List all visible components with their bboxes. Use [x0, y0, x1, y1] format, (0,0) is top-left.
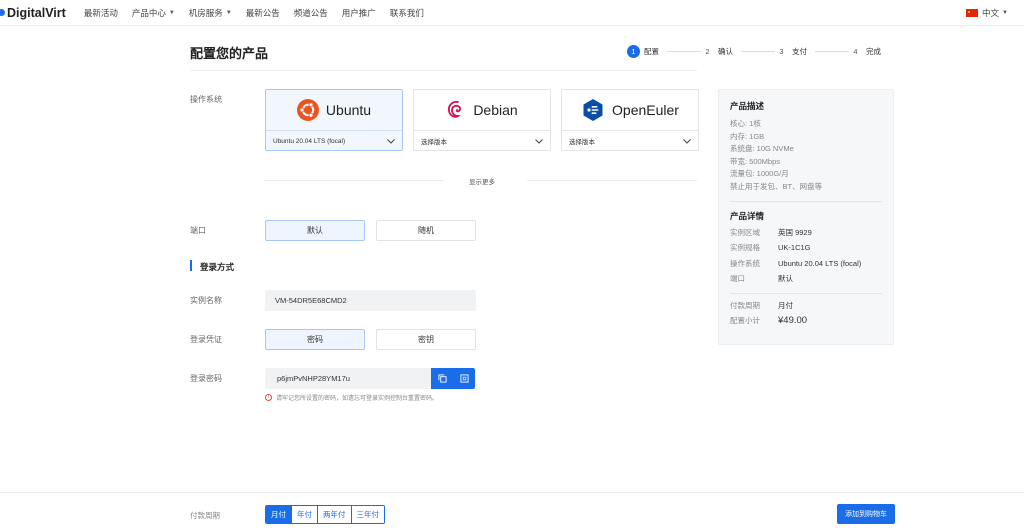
- nav-item-news[interactable]: 最新公告: [246, 7, 280, 19]
- brand-dot-icon: [0, 9, 5, 16]
- page-title: 配置您的产品: [190, 46, 269, 61]
- os-card-ubuntu[interactable]: Ubuntu Ubuntu 20.04 LTS (focal): [265, 89, 403, 151]
- top-nav: DigitalVirt 最新活动 产品中心 ▼ 机房服务 ▼ 最新公告 频道公告 用…: [0, 0, 1024, 26]
- password-label: 登录密码: [190, 374, 222, 383]
- summary-divider: [730, 292, 882, 294]
- os-version-select[interactable]: 选择版本: [414, 130, 550, 151]
- progress-steps: 1 配置 2 确认 3 支付 4 完成: [627, 45, 881, 58]
- subtotal-price: ¥49.00: [778, 315, 808, 327]
- step-connector: [667, 51, 701, 52]
- detail-row: 端口 默认: [730, 274, 793, 284]
- password-hint: ! 请牢记您所设置的密码，如遗忘可登录实例控制台重置密码。: [265, 393, 438, 402]
- os-card-debian[interactable]: Debian 选择版本: [413, 89, 551, 151]
- billing-cycle-selector: 月付 年付 两年付 三年付: [265, 505, 385, 524]
- nav-item-datacenter[interactable]: 机房服务 ▼: [189, 7, 232, 19]
- step-label: 支付: [792, 47, 807, 56]
- cycle-monthly-button[interactable]: 月付: [266, 506, 291, 523]
- os-name: Ubuntu: [325, 102, 372, 118]
- regenerate-password-button[interactable]: [453, 368, 475, 389]
- chevron-down-icon: [387, 138, 395, 144]
- chevron-down-icon: [535, 138, 543, 144]
- divider-line: [264, 180, 444, 181]
- nav-item-latest-activity[interactable]: 最新活动: [84, 7, 118, 19]
- china-flag-icon: [966, 9, 979, 17]
- instance-name-label: 实例名称: [190, 296, 222, 305]
- spec-line: 禁止用于发包、BT、网盘等: [730, 181, 823, 191]
- caret-down-icon: ▼: [168, 9, 175, 16]
- nav-item-contact[interactable]: 联系我们: [390, 7, 424, 19]
- credential-label: 登录凭证: [190, 335, 222, 344]
- product-detail-title: 产品详情: [730, 210, 765, 221]
- step-number: 2: [705, 47, 710, 56]
- show-more-link[interactable]: 显示更多: [469, 176, 495, 186]
- os-name: Debian: [473, 102, 518, 118]
- port-default-button[interactable]: 默认: [265, 220, 365, 241]
- ubuntu-logo-icon: [296, 99, 319, 121]
- detail-row: 操作系统 Ubuntu 20.04 LTS (focal): [730, 258, 862, 268]
- subtotal-row: 配置小计 ¥49.00: [730, 313, 882, 329]
- cycle-three-year-button[interactable]: 三年付: [350, 506, 384, 523]
- caret-down-icon: ▼: [225, 9, 232, 16]
- step-label: 配置: [644, 47, 659, 56]
- step-label: 完成: [866, 47, 881, 56]
- copy-password-button[interactable]: [431, 368, 453, 389]
- header-divider: [190, 70, 697, 71]
- chevron-down-icon: [683, 138, 691, 144]
- step-confirm: 2 确认: [701, 45, 775, 58]
- product-description-title: 产品描述: [730, 101, 765, 111]
- port-random-button[interactable]: 随机: [376, 220, 476, 241]
- section-accent-bar: [190, 260, 192, 271]
- instance-name-field: VM-54DR5E68CMD2: [265, 290, 476, 311]
- caret-down-icon: ▼: [1002, 10, 1008, 16]
- cycle-yearly-button[interactable]: 年付: [291, 506, 317, 523]
- spec-line: 内存: 1GB: [730, 131, 765, 141]
- nav-menu: 最新活动 产品中心 ▼ 机房服务 ▼ 最新公告 频道公告 用户推广 联系我们: [84, 7, 424, 19]
- step-connector: [741, 51, 775, 52]
- password-input[interactable]: p6jmPvNHP28YM17u: [265, 368, 431, 389]
- os-version-select[interactable]: Ubuntu 20.04 LTS (focal): [266, 130, 402, 151]
- os-name: OpenEuler: [612, 102, 679, 118]
- refresh-icon: [459, 374, 469, 383]
- nav-item-referral[interactable]: 用户推广: [342, 7, 376, 19]
- step-number: 4: [853, 47, 858, 56]
- spec-line: 系统盘: 10G NVMe: [730, 144, 794, 154]
- brand-logo[interactable]: DigitalVirt: [0, 6, 66, 20]
- billing-cycle-row: 付款周期 月付: [730, 300, 793, 310]
- os-version-select[interactable]: 选择版本: [562, 130, 698, 151]
- step-pay: 3 支付: [775, 45, 849, 58]
- os-card-openeuler[interactable]: OpenEuler 选择版本: [561, 89, 699, 151]
- credential-key-button[interactable]: 密钥: [376, 329, 476, 350]
- billing-cycle-label: 付款周期: [190, 511, 220, 520]
- nav-item-products[interactable]: 产品中心 ▼: [132, 7, 175, 19]
- nav-item-channel[interactable]: 频道公告: [294, 7, 328, 19]
- debian-logo-icon: [448, 100, 462, 118]
- spec-line: 带宽: 500Mbps: [730, 156, 781, 166]
- port-label: 端口: [190, 226, 206, 235]
- step-complete: 4 完成: [849, 45, 881, 58]
- spec-line: 流量包: 1000G/月: [730, 169, 789, 179]
- detail-row: 实例区域 英国 9929: [730, 227, 812, 237]
- order-summary-panel: 产品描述 核心: 1核 内存: 1GB 系统盘: 10G NVMe 带宽: 50…: [718, 89, 894, 345]
- spec-line: 核心: 1核: [730, 119, 761, 128]
- step-label: 确认: [718, 47, 733, 56]
- info-icon: !: [265, 394, 272, 401]
- login-section-title: 登录方式: [200, 262, 235, 272]
- os-label: 操作系统: [190, 95, 222, 104]
- show-more-row: 显示更多: [264, 179, 697, 186]
- language-switcher[interactable]: 中文 ▼: [966, 7, 1008, 19]
- divider-line: [527, 180, 697, 181]
- summary-divider: [730, 200, 882, 202]
- cycle-two-year-button[interactable]: 两年付: [317, 506, 351, 523]
- credential-password-button[interactable]: 密码: [265, 329, 365, 350]
- brand-name: DigitalVirt: [7, 5, 66, 20]
- step-number: 1: [627, 45, 640, 58]
- step-connector: [815, 51, 849, 52]
- openeuler-logo-icon: [583, 99, 603, 121]
- step-number: 3: [779, 47, 784, 56]
- detail-row: 实例规格 UK-1C1G: [730, 243, 811, 253]
- bottom-action-bar: 付款周期 月付 年付 两年付 三年付 添加到购物车: [0, 492, 1024, 528]
- add-to-cart-button[interactable]: 添加到购物车: [837, 504, 895, 524]
- copy-icon: [437, 374, 447, 383]
- step-configure: 1 配置: [627, 45, 701, 58]
